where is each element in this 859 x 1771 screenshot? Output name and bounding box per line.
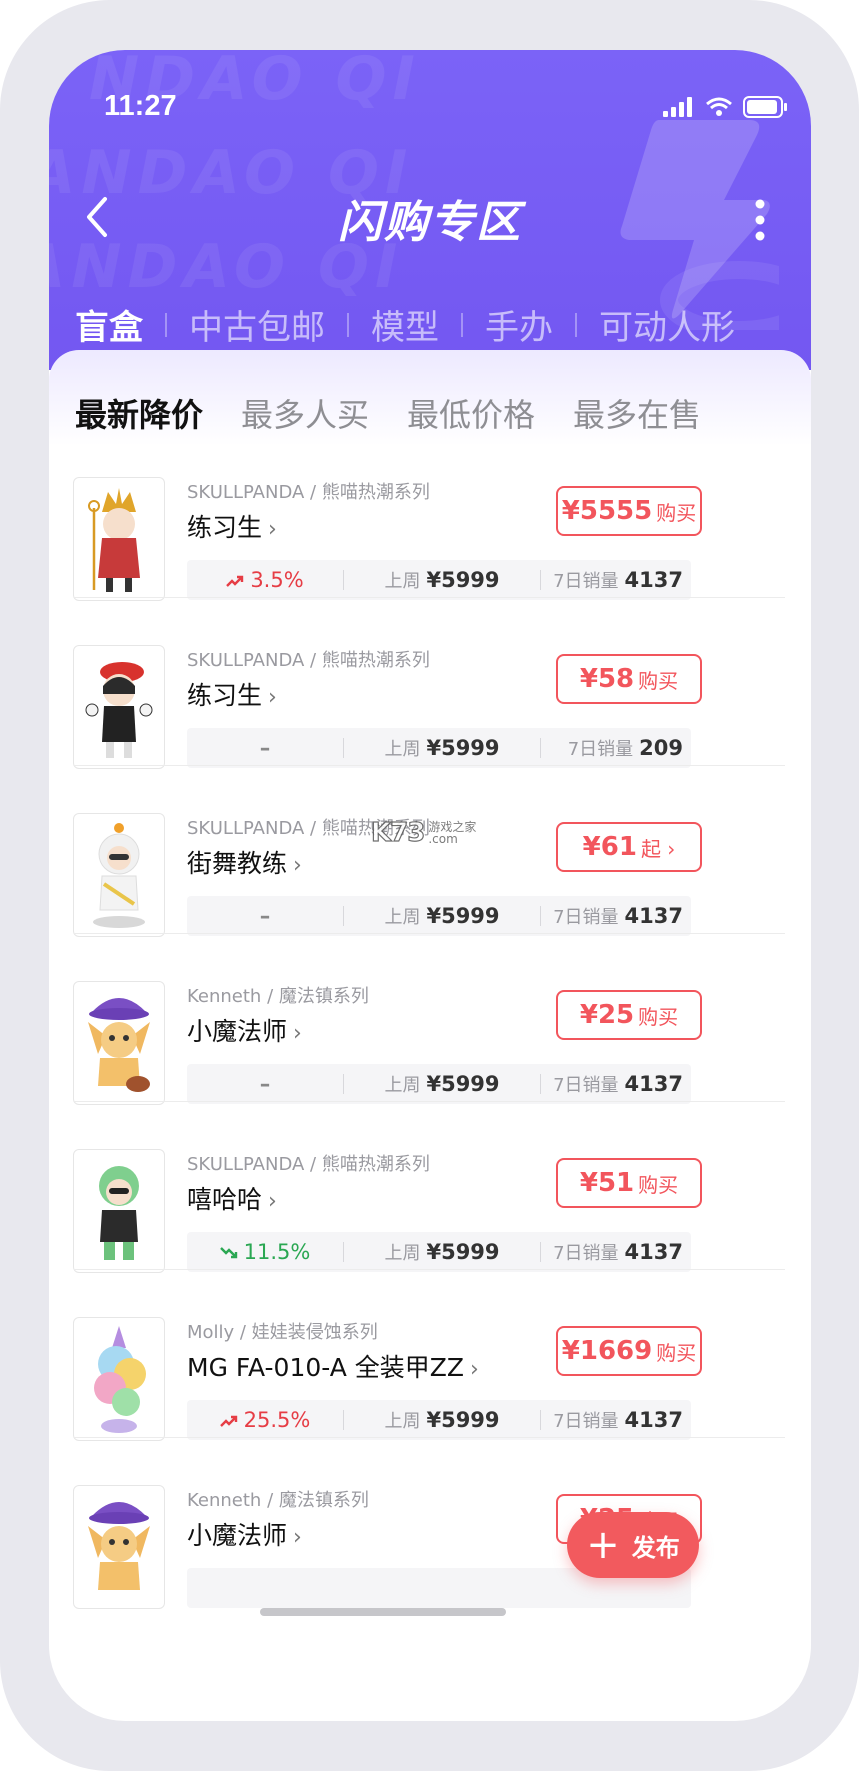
chevron-right-icon: › bbox=[293, 1021, 302, 1046]
product-image bbox=[73, 477, 165, 601]
list-item[interactable]: Kenneth / 魔法镇系列 小魔法师 › ¥25 购买 – 上周 ¥5999 7日… bbox=[49, 934, 811, 1105]
buy-button[interactable]: ¥5555 购买 bbox=[556, 486, 702, 536]
header: NDAO QI ANDAO QI ANDAO QI 11:27 闪购专区 盲盒 … bbox=[49, 50, 811, 370]
signal-icon bbox=[663, 97, 692, 117]
brand-series: Kenneth / 魔法镇系列 bbox=[187, 1490, 369, 1511]
buy-button[interactable]: ¥58 购买 bbox=[556, 654, 702, 704]
price-stats: – 上周 ¥5999 7日销量 4137 bbox=[187, 1064, 691, 1104]
sales-count: 7日销量 4137 bbox=[553, 904, 683, 928]
product-name[interactable]: 小魔法师 › bbox=[187, 1012, 302, 1048]
chevron-right-icon: › bbox=[293, 1525, 302, 1550]
buy-button[interactable]: ¥25购买 bbox=[556, 990, 702, 1040]
sales-count: 7日销量 4137 bbox=[553, 568, 683, 592]
last-week-price: 上周 ¥5999 bbox=[384, 1408, 500, 1432]
price-stats: 25.5% 上周 ¥5999 7日销量 4137 bbox=[187, 1400, 691, 1440]
product-image bbox=[73, 813, 165, 937]
trend-up-icon bbox=[219, 1415, 237, 1427]
price-stats: 11.5% 上周 ¥5999 7日销量 4137 bbox=[187, 1232, 691, 1272]
product-list: SKULLPANDA / 熊喵热潮系列 练习生 › ¥5555 购买 3.5% 上周… bbox=[49, 430, 811, 1609]
phone-screen: NDAO QI ANDAO QI ANDAO QI 11:27 闪购专区 盲盒 … bbox=[49, 50, 811, 1721]
product-name[interactable]: 练习生 › bbox=[187, 676, 277, 712]
site-watermark: K73 游戏之家 .com bbox=[370, 817, 477, 848]
last-week-price: 上周 ¥5999 bbox=[384, 1240, 500, 1264]
trend-down-icon bbox=[219, 1247, 237, 1259]
brand-series: SKULLPANDA / 熊喵热潮系列 bbox=[187, 650, 430, 671]
list-item[interactable]: SKULLPANDA / 熊喵热潮系列 练习生 › ¥5555 购买 3.5% 上周… bbox=[49, 430, 811, 601]
product-image bbox=[73, 645, 165, 769]
tab-category[interactable]: 模型 bbox=[349, 300, 461, 349]
price-stats: – 上周 ¥5999 7日销量 209 bbox=[187, 728, 691, 768]
tab-category[interactable]: 盲盒 bbox=[75, 300, 165, 349]
last-week-price: 上周 ¥5999 bbox=[384, 568, 500, 592]
wifi-icon bbox=[706, 97, 732, 116]
price-stats: – 上周 ¥5999 7日销量 4137 bbox=[187, 896, 691, 936]
plus-icon: + bbox=[586, 1522, 620, 1568]
more-icon[interactable] bbox=[745, 190, 775, 250]
price-change: – bbox=[259, 1072, 271, 1096]
product-name[interactable]: 小魔法师 › bbox=[187, 1516, 302, 1552]
product-name[interactable]: 练习生 › bbox=[187, 508, 277, 544]
trend-up-icon bbox=[226, 575, 244, 587]
list-item[interactable]: SKULLPANDA / 熊喵热潮系列 嘻哈哈 › ¥51 购买 11.5% 上周 ¥… bbox=[49, 1102, 811, 1273]
sales-count: 7日销量 4137 bbox=[553, 1408, 683, 1432]
sales-count: 7日销量 4137 bbox=[553, 1240, 683, 1264]
price-change: 25.5% bbox=[187, 1408, 343, 1432]
product-image bbox=[73, 981, 165, 1105]
publish-button[interactable]: + 发布 bbox=[567, 1512, 699, 1578]
brand-series: SKULLPANDA / 熊喵热潮系列 bbox=[187, 1154, 430, 1175]
tab-category[interactable]: 中古包邮 bbox=[167, 300, 347, 349]
tab-category[interactable]: 可动人形 bbox=[577, 300, 757, 349]
chevron-right-icon: › bbox=[293, 853, 302, 878]
list-item[interactable]: Molly / 娃娃装侵蚀系列 MG FA-010-A 全装甲ZZ › ¥1669… bbox=[49, 1270, 811, 1441]
category-tabs: 盲盒 中古包邮 模型 手办 可动人形 bbox=[75, 300, 757, 349]
sales-count: 7日销量 209 bbox=[567, 736, 683, 760]
chevron-right-icon: › bbox=[470, 1357, 479, 1382]
brand-series: Molly / 娃娃装侵蚀系列 bbox=[187, 1322, 378, 1343]
product-name[interactable]: MG FA-010-A 全装甲ZZ › bbox=[187, 1348, 479, 1384]
price-change: – bbox=[259, 904, 271, 928]
price-change: 3.5% bbox=[187, 568, 343, 592]
list-item[interactable]: SKULLPANDA / 熊喵热潮系列 练习生 › ¥58 购买 – 上周 ¥5999… bbox=[49, 598, 811, 769]
brand-series: Kenneth / 魔法镇系列 bbox=[187, 986, 369, 1007]
chevron-right-icon: › bbox=[268, 1189, 277, 1214]
product-name[interactable]: 嘻哈哈 › bbox=[187, 1180, 277, 1216]
chevron-right-icon: › bbox=[268, 517, 277, 542]
home-indicator[interactable] bbox=[260, 1608, 506, 1616]
status-time: 11:27 bbox=[104, 90, 177, 122]
list-item[interactable]: Kenneth / 魔法镇系列 小魔法师› ¥25购买 bbox=[49, 1438, 811, 1609]
price-change: – bbox=[259, 736, 271, 760]
buy-button[interactable]: ¥51 购买 bbox=[556, 1158, 702, 1208]
brand-series: SKULLPANDA / 熊喵热潮系列 bbox=[187, 482, 430, 503]
price-change: 11.5% bbox=[187, 1240, 343, 1264]
last-week-price: 上周 ¥5999 bbox=[384, 904, 500, 928]
status-icons bbox=[663, 96, 789, 118]
price-stats: 3.5% 上周 ¥5999 7日销量 4137 bbox=[187, 560, 691, 600]
product-name[interactable]: 街舞教练 › bbox=[187, 844, 302, 880]
device-frame: NDAO QI ANDAO QI ANDAO QI 11:27 闪购专区 盲盒 … bbox=[0, 0, 859, 1771]
product-image bbox=[73, 1485, 165, 1609]
tab-category[interactable]: 手办 bbox=[463, 300, 575, 349]
chevron-right-icon: › bbox=[268, 685, 277, 710]
last-week-price: 上周 ¥5999 bbox=[384, 1072, 500, 1096]
sales-count: 7日销量 4137 bbox=[553, 1072, 683, 1096]
product-image bbox=[73, 1317, 165, 1441]
list-item[interactable]: SKULLPANDA / 熊喵热潮系列 街舞教练 › ¥61 起 › – 上周 ¥59… bbox=[49, 766, 811, 937]
buy-button[interactable]: ¥61 起 › bbox=[556, 822, 702, 872]
product-image bbox=[73, 1149, 165, 1273]
battery-icon bbox=[743, 96, 787, 118]
buy-button[interactable]: ¥1669 购买 bbox=[556, 1326, 702, 1376]
last-week-price: 上周 ¥5999 bbox=[384, 736, 500, 760]
page-title: 闪购专区 bbox=[338, 197, 522, 248]
